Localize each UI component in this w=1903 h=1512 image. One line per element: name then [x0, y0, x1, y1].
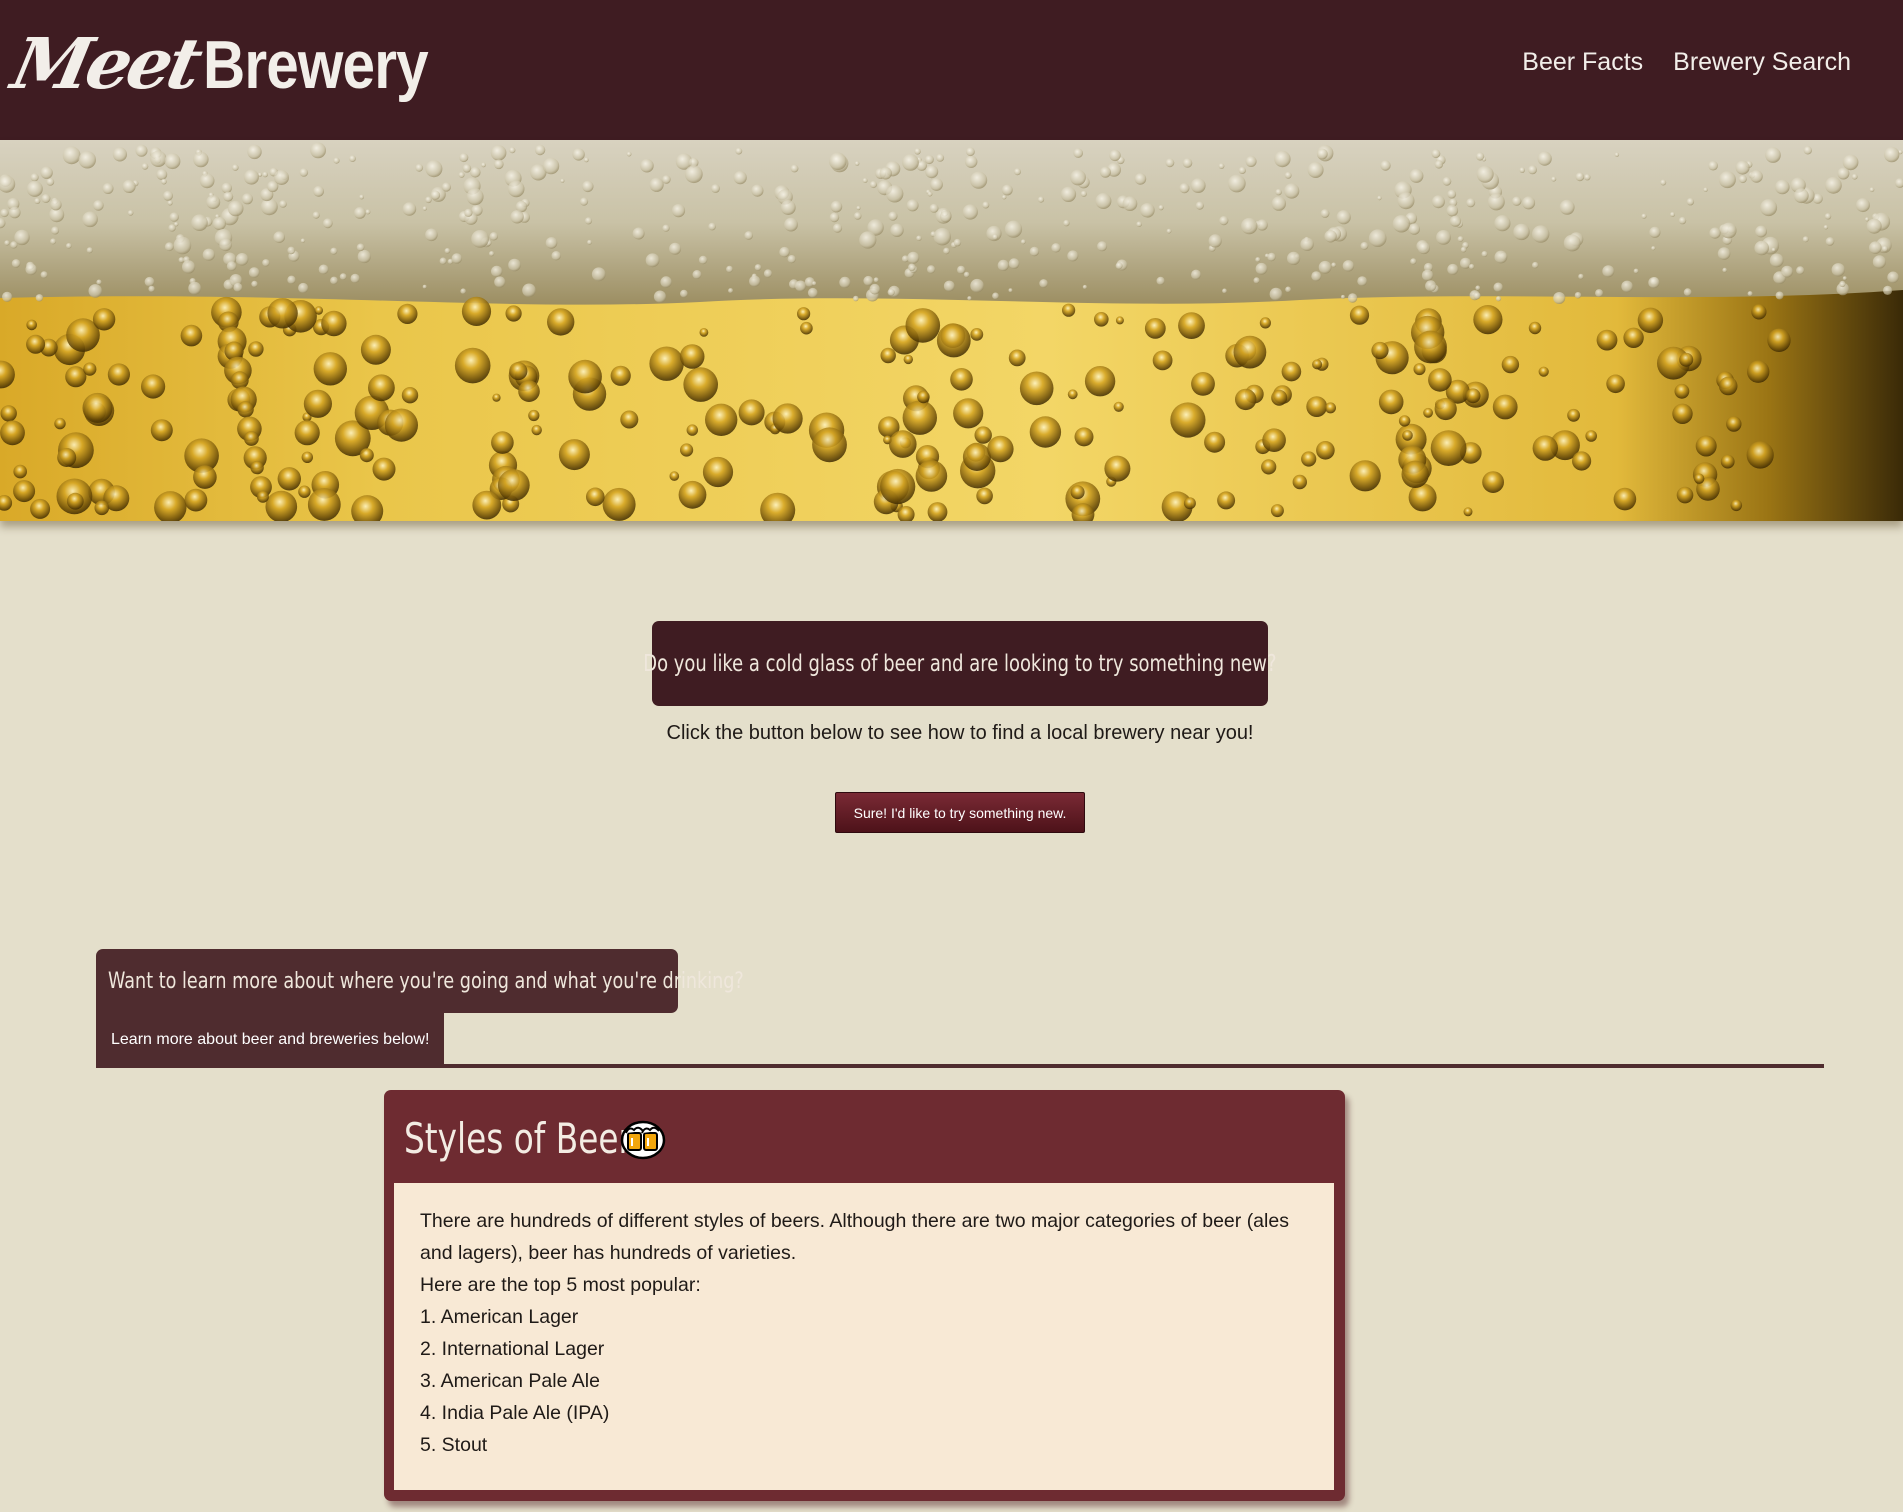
learn-more-heading-text: Want to learn more about where you're go… [108, 968, 744, 994]
card-title: Styles of Beer [404, 1113, 633, 1163]
clinking-beer-mugs-icon [620, 1116, 666, 1165]
card-body: There are hundreds of different styles o… [394, 1183, 1334, 1490]
logo-script-text: Meet [5, 22, 206, 105]
card-paragraph: There are hundreds of different styles o… [420, 1210, 1289, 1264]
intro-subtitle: Click the button below to see how to fin… [666, 722, 1254, 744]
card-header: Styles of Beer [404, 1112, 696, 1164]
list-item: 2. International Lager [420, 1338, 605, 1360]
main-nav: Beer Facts Brewery Search [1522, 48, 1851, 77]
card-list-intro: Here are the top 5 most popular: [420, 1274, 701, 1296]
learn-more-subtitle: Learn more about beer and breweries belo… [96, 1013, 444, 1066]
site-header: Meet Brewery Beer Facts Brewery Search [0, 0, 1903, 140]
styles-of-beer-card: Styles of Beer There are hundreds of dif… [384, 1090, 1345, 1501]
nav-beer-facts[interactable]: Beer Facts [1522, 48, 1643, 77]
site-logo[interactable]: Meet Brewery [5, 22, 464, 112]
list-item: 4. India Pale Ale (IPA) [420, 1402, 610, 1424]
beer-foam-illustration [0, 140, 1903, 521]
try-something-new-button[interactable]: Sure! I'd like to try something new. [835, 792, 1085, 833]
hero-beer-image [0, 140, 1903, 521]
nav-brewery-search[interactable]: Brewery Search [1673, 48, 1851, 77]
list-item: 5. Stout [420, 1434, 488, 1456]
learn-more-heading: Want to learn more about where you're go… [96, 949, 744, 1013]
list-item: 3. American Pale Ale [420, 1370, 600, 1392]
beer-styles-list: 1. American Lager 2. International Lager… [420, 1301, 1308, 1461]
list-item: 1. American Lager [420, 1306, 579, 1328]
intro-heading-text: Do you like a cold glass of beer and are… [643, 650, 1277, 677]
section-divider [96, 1064, 1824, 1068]
logo-bold-text: Brewery [202, 27, 429, 103]
intro-heading: Do you like a cold glass of beer and are… [643, 621, 1277, 706]
